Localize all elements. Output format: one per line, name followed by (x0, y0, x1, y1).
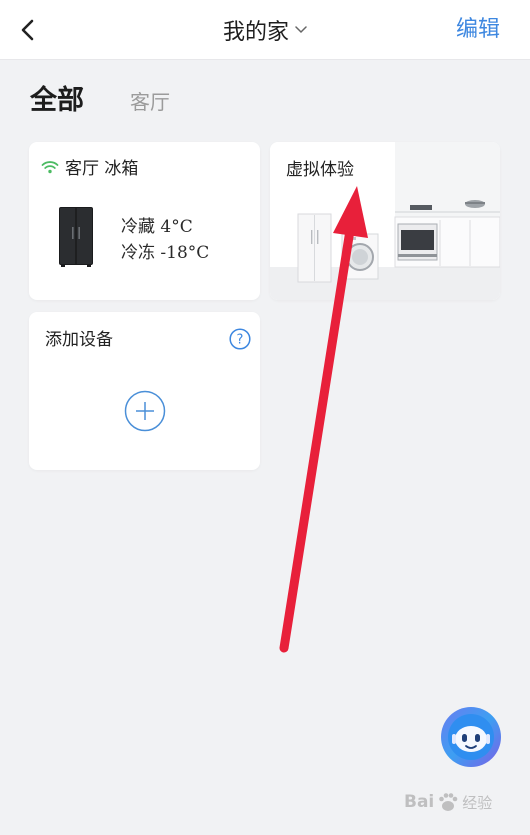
home-selector[interactable]: 我的家 (223, 14, 307, 46)
robot-assistant-icon[interactable] (440, 706, 502, 768)
chevron-down-icon (295, 26, 307, 34)
page-title: 我的家 (222, 20, 289, 45)
add-device-label: 添加设备 (45, 330, 113, 350)
question-icon[interactable]: ? (229, 328, 251, 350)
svg-text:?: ? (237, 333, 244, 348)
paw-icon (439, 793, 458, 811)
top-bar: 我的家 编辑 (0, 0, 530, 60)
tab-living-room[interactable]: 客厅 (130, 86, 170, 115)
virtual-experience-card[interactable]: 虚拟体验 (270, 142, 500, 300)
freezer-temperature: 冷冻 -18°C (121, 243, 210, 263)
watermark-subtext: 经验 (462, 793, 493, 812)
add-device-card[interactable]: 添加设备 ? (29, 312, 260, 470)
back-button[interactable] (10, 12, 46, 48)
tab-all[interactable]: 全部 (30, 78, 84, 117)
plus-icon[interactable] (124, 390, 166, 432)
device-card-fridge[interactable]: 客厅 冰箱 冷藏 4°C 冷冻 -18°C (29, 142, 260, 300)
edit-button[interactable]: 编辑 (456, 14, 500, 46)
fridge-temperature: 冷藏 4°C (121, 217, 193, 237)
fridge-icon (59, 207, 93, 267)
watermark-text: Bai (404, 792, 435, 812)
device-name: 客厅 冰箱 (65, 159, 139, 179)
room-tabs: 全部 客厅 (30, 78, 170, 118)
wifi-icon (41, 160, 59, 173)
chevron-left-icon (21, 19, 34, 41)
virtual-experience-label: 虚拟体验 (286, 160, 354, 180)
watermark: Bai 经验 (404, 784, 492, 820)
